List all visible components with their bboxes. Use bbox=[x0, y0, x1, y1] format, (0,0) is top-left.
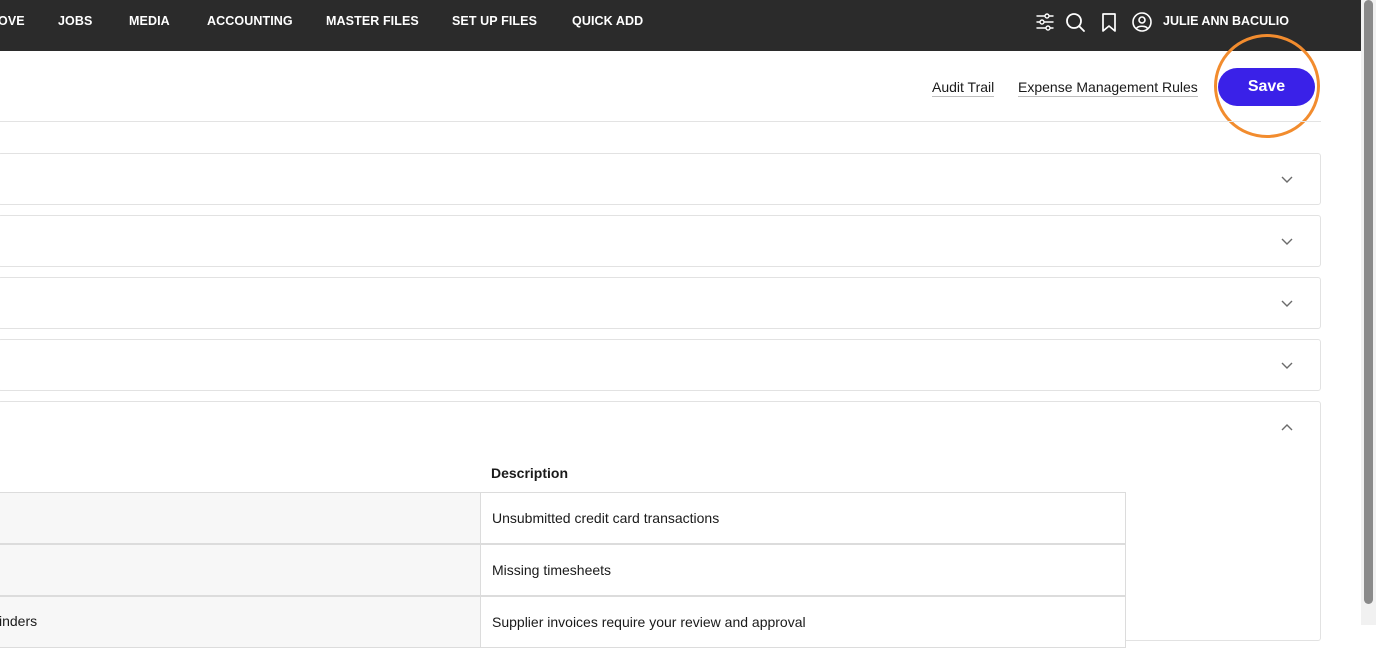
chevron-down-icon bbox=[1281, 362, 1293, 369]
accordion-panel-2[interactable] bbox=[0, 215, 1321, 267]
bookmark-icon[interactable] bbox=[1098, 11, 1120, 33]
user-icon[interactable] bbox=[1131, 11, 1153, 33]
chevron-down-icon bbox=[1281, 176, 1293, 183]
accordion-panel-3[interactable] bbox=[0, 277, 1321, 329]
table-row: Missing timesheets bbox=[0, 544, 1126, 596]
table-row: inders Supplier invoices require your re… bbox=[0, 596, 1126, 648]
nav-item-set-up-files[interactable]: SET UP FILES bbox=[452, 14, 537, 28]
chevron-up-icon[interactable] bbox=[1280, 423, 1294, 432]
nav-item-approve[interactable]: OVE bbox=[0, 14, 25, 28]
nav-item-quick-add[interactable]: QUICK ADD bbox=[572, 14, 643, 28]
search-icon[interactable] bbox=[1064, 11, 1086, 33]
accordion-panel-4[interactable] bbox=[0, 339, 1321, 391]
nav-item-jobs[interactable]: JOBS bbox=[58, 14, 92, 28]
table-cell-description: Supplier invoices require your review an… bbox=[480, 596, 1126, 648]
top-navigation-bar: OVE JOBS MEDIA ACCOUNTING MASTER FILES S… bbox=[0, 0, 1361, 51]
table-cell-name: inders bbox=[0, 596, 480, 648]
chevron-down-icon bbox=[1281, 300, 1293, 307]
table-cell-name bbox=[0, 492, 480, 544]
nav-item-media[interactable]: MEDIA bbox=[129, 14, 170, 28]
table-cell-description: Unsubmitted credit card transactions bbox=[480, 492, 1126, 544]
table-cell-description: Missing timesheets bbox=[480, 544, 1126, 596]
nav-item-master-files[interactable]: MASTER FILES bbox=[326, 14, 419, 28]
chevron-down-icon bbox=[1281, 238, 1293, 245]
user-name[interactable]: JULIE ANN BACULIO bbox=[1163, 14, 1289, 28]
scrollbar-thumb[interactable] bbox=[1364, 0, 1373, 604]
expense-management-rules-link[interactable]: Expense Management Rules bbox=[1018, 79, 1198, 97]
audit-trail-link[interactable]: Audit Trail bbox=[932, 79, 995, 97]
nav-item-accounting[interactable]: ACCOUNTING bbox=[207, 14, 293, 28]
table-row: Unsubmitted credit card transactions bbox=[0, 492, 1126, 544]
accordion-panel-1[interactable] bbox=[0, 153, 1321, 205]
header-divider bbox=[0, 121, 1321, 122]
column-header-description: Description bbox=[491, 465, 569, 481]
filters-icon[interactable] bbox=[1034, 11, 1056, 33]
table-cell-name bbox=[0, 544, 480, 596]
save-button[interactable]: Save bbox=[1218, 68, 1315, 106]
